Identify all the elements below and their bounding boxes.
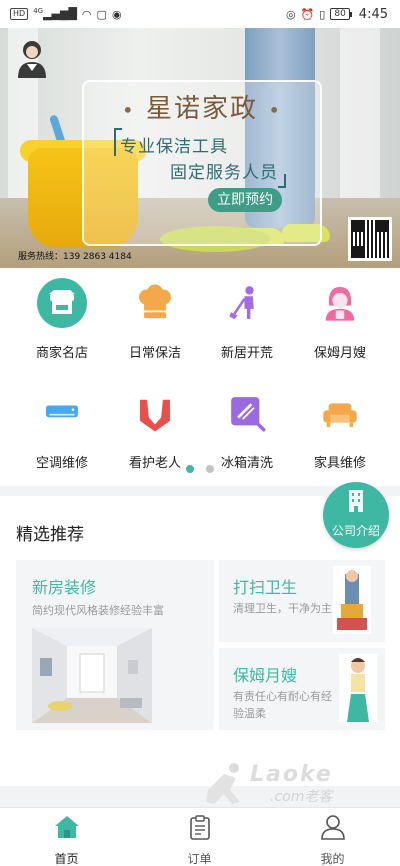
bottom-nav: 首页 订单 我的: [0, 807, 400, 866]
battery-icon: 80: [330, 8, 353, 20]
building-icon: [349, 490, 363, 512]
section-title: 精选推荐: [16, 525, 84, 545]
banner-decor: [340, 28, 380, 208]
category-grid: 商家名店 日常保洁 新居开荒 保姆月嫂 空调维修 看护老人 冰箱清洗 家具维修: [0, 268, 400, 486]
title-dot: •: [268, 98, 283, 122]
status-right: ◎ ⏰ ▯ 80 4:45: [286, 7, 388, 22]
order-clipboard-icon: [189, 815, 210, 840]
promo-banner[interactable]: • 星诺家政 • 专业保洁工具 固定服务人员 立即预约: [0, 28, 400, 268]
category-label: 保姆月嫂: [313, 346, 366, 361]
cleaning-thumbnail: [333, 566, 371, 634]
category-item-new-home[interactable]: 新居开荒: [197, 278, 297, 361]
category-item-furniture-repair[interactable]: 家具维修: [290, 388, 390, 471]
vibrate-icon: ▯: [319, 7, 326, 21]
category-item-merchant[interactable]: 商家名店: [12, 278, 112, 361]
nanny-thumbnail: [339, 654, 377, 722]
banner-title: • 星诺家政 •: [82, 88, 322, 125]
hd-indicator: HD: [10, 8, 29, 20]
nav-label: 订单: [187, 852, 212, 866]
category-label: 商家名店: [35, 346, 88, 361]
chef-hat-icon: [130, 278, 180, 328]
card-subtitle: 清理卫生，干净为主: [233, 602, 332, 615]
category-item-ac-repair[interactable]: 空调维修: [12, 388, 112, 471]
card-subtitle: 简约现代风格装修经验丰富: [32, 604, 164, 617]
hotline-text: 服务热线：139 2863 4184: [18, 252, 132, 262]
pager-dot-active[interactable]: [186, 465, 194, 473]
watermark-logo: Laoke .com老客: [200, 760, 350, 808]
recommend-card-nanny[interactable]: 保姆月嫂 有责任心有耐心有经验温柔: [219, 648, 385, 730]
qr-code-pattern: [351, 220, 389, 258]
category-item-fridge-cleaning[interactable]: 冰箱清洗: [197, 388, 297, 471]
nav-tab-orders[interactable]: 订单: [133, 808, 266, 866]
wifi-icon: ◠: [81, 7, 92, 21]
status-left: HD 4G▂▄▆█ ◠ ▢ ◉: [10, 8, 122, 20]
home-icon: [54, 816, 79, 838]
watermark-text: Laoke: [250, 762, 333, 787]
caring-hands-icon: [130, 388, 180, 438]
pager-dots: [0, 465, 400, 473]
nav-tab-home[interactable]: 首页: [0, 808, 133, 866]
banner-line-1: 专业保洁工具: [120, 137, 228, 157]
nanny-icon: [315, 278, 365, 328]
company-intro-label: 公司介绍: [331, 524, 380, 538]
category-label: 新居开荒: [220, 346, 273, 361]
clock: 4:45: [358, 6, 388, 22]
app-screen: HD 4G▂▄▆█ ◠ ▢ ◉ ◎ ⏰ ▯ 80 4:45 • 星诺家政 • 专…: [0, 0, 400, 866]
cleaner-icon: [222, 278, 272, 328]
category-item-daily-cleaning[interactable]: 日常保洁: [105, 278, 205, 361]
banner-title-text: 星诺家政: [145, 94, 258, 124]
recommend-card-cleaning[interactable]: 打扫卫生 清理卫生，干净为主: [219, 560, 385, 642]
notification-icon: ▢: [96, 7, 107, 21]
card-title: 保姆月嫂: [233, 666, 298, 685]
storefront-icon: [37, 278, 87, 328]
category-item-elderly-care[interactable]: 看护老人: [105, 388, 205, 471]
banner-bracket: [278, 174, 286, 188]
category-label: 日常保洁: [128, 346, 181, 361]
signal-4g-icon: 4G▂▄▆█: [33, 7, 77, 21]
air-conditioner-icon: [37, 388, 87, 438]
company-intro-button[interactable]: 公司介绍: [323, 482, 389, 548]
banner-line-2: 固定服务人员: [170, 163, 278, 183]
status-bar: HD 4G▂▄▆█ ◠ ▢ ◉ ◎ ⏰ ▯ 80 4:45: [0, 0, 400, 28]
watermark-subtext: .com老客: [270, 789, 333, 805]
eye-icon: ◎: [285, 7, 296, 21]
card-subtitle: 有责任心有耐心有经验温柔: [233, 690, 332, 720]
title-dot: •: [121, 98, 136, 122]
fridge-clean-icon: [222, 388, 272, 438]
category-item-nanny[interactable]: 保姆月嫂: [290, 278, 390, 361]
nav-tab-profile[interactable]: 我的: [266, 808, 399, 866]
sofa-icon: [315, 388, 365, 438]
nav-label: 首页: [54, 852, 79, 866]
pager-dot[interactable]: [206, 465, 214, 473]
card-title: 打扫卫生: [233, 578, 298, 597]
user-avatar-icon[interactable]: [14, 38, 50, 78]
runner-icon: [206, 763, 240, 804]
recommend-card-renovation[interactable]: 新房装修 简约现代风格装修经验丰富: [16, 560, 214, 730]
book-now-button[interactable]: 立即预约: [208, 188, 282, 212]
battery-level: 80: [334, 9, 346, 19]
wechat-icon: ◉: [111, 7, 122, 21]
qr-code: [348, 217, 392, 261]
alarm-icon: ⏰: [300, 7, 315, 21]
renovation-image: [32, 628, 152, 723]
nav-label: 我的: [320, 852, 345, 866]
card-title: 新房装修: [32, 578, 97, 597]
profile-icon: [320, 815, 345, 840]
